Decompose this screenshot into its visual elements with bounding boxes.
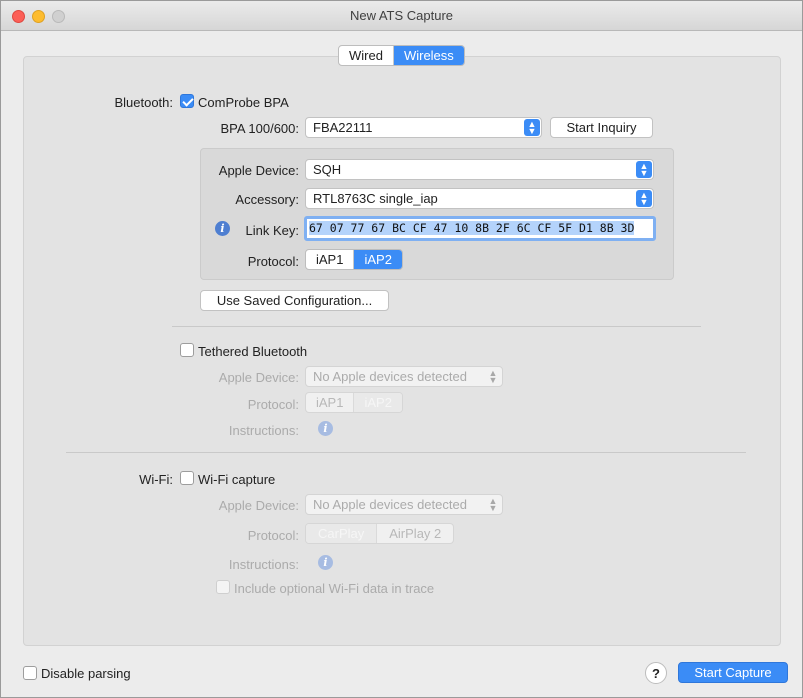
chevron-updown-icon: ▲ ▼ xyxy=(636,161,652,178)
content-panel xyxy=(23,56,781,646)
accessory-value: RTL8763C single_iap xyxy=(313,191,438,206)
wifi-airplay2-option[interactable]: AirPlay 2 xyxy=(376,524,453,543)
link-key-label: Link Key: xyxy=(245,223,299,238)
separator xyxy=(66,452,746,453)
bpa-value: FBA22111 xyxy=(313,120,373,135)
apple-device-value: SQH xyxy=(313,162,342,177)
link-key-value: 67 07 77 67 BC CF 47 10 8B 2F 6C CF 5F D… xyxy=(309,221,635,235)
apple-device-label: Apple Device: xyxy=(218,163,299,178)
chevron-updown-icon: ▲ ▼ xyxy=(488,495,498,513)
wifi-apple-device-popup[interactable]: No Apple devices detected ▲ ▼ xyxy=(305,494,503,515)
disable-parsing-checkbox[interactable] xyxy=(23,666,37,680)
tethered-iap2-option[interactable]: iAP2 xyxy=(353,393,402,412)
chevron-updown-icon: ▲ ▼ xyxy=(488,367,498,385)
wifi-protocol-segmented: CarPlay AirPlay 2 xyxy=(305,523,455,544)
bpa-label: BPA 100/600: xyxy=(220,121,299,136)
accessory-popup[interactable]: RTL8763C single_iap ▲ ▼ xyxy=(305,188,654,209)
comprobe-bpa-checkbox[interactable] xyxy=(180,94,194,108)
wifi-carplay-option[interactable]: CarPlay xyxy=(306,524,377,543)
window-title: New ATS Capture xyxy=(349,8,454,23)
wifi-section-label: Wi-Fi: xyxy=(139,472,173,487)
capture-window: New ATS Capture Wired Wireless Bluetooth… xyxy=(0,0,803,698)
comprobe-bpa-label: ComProbe BPA xyxy=(198,95,289,110)
protocol-label: Protocol: xyxy=(247,254,299,269)
accessory-label: Accessory: xyxy=(235,192,299,207)
bpa-popup[interactable]: FBA22111 ▲ ▼ xyxy=(305,117,542,138)
tethered-protocol-label: Protocol: xyxy=(247,397,299,412)
link-key-field[interactable]: 67 07 77 67 BC CF 47 10 8B 2F 6C CF 5F D… xyxy=(304,216,656,241)
mode-tabs: Wired Wireless xyxy=(338,45,465,66)
tab-wired[interactable]: Wired xyxy=(339,46,393,65)
disable-parsing-label: Disable parsing xyxy=(41,666,131,681)
info-icon[interactable]: i xyxy=(215,221,230,236)
tethered-apple-device-label: Apple Device: xyxy=(218,370,299,385)
wifi-capture-label: Wi-Fi capture xyxy=(198,472,276,487)
start-inquiry-button[interactable]: Start Inquiry xyxy=(550,117,653,138)
chevron-updown-icon: ▲ ▼ xyxy=(524,119,540,136)
wifi-capture-checkbox[interactable] xyxy=(180,471,194,485)
tethered-bluetooth-label: Tethered Bluetooth xyxy=(198,344,308,359)
tethered-instructions-label: Instructions: xyxy=(228,423,299,438)
bluetooth-section-label: Bluetooth: xyxy=(114,95,173,110)
tethered-apple-device-popup[interactable]: No Apple devices detected ▲ ▼ xyxy=(305,366,503,387)
use-saved-configuration-button[interactable]: Use Saved Configuration... xyxy=(200,290,389,311)
title-bar: New ATS Capture xyxy=(1,1,802,31)
info-icon[interactable]: i xyxy=(318,555,333,570)
wifi-instructions-label: Instructions: xyxy=(228,557,299,572)
tethered-iap1-option[interactable]: iAP1 xyxy=(306,393,353,412)
tethered-bluetooth-checkbox[interactable] xyxy=(180,343,194,357)
chevron-updown-icon: ▲ ▼ xyxy=(636,190,652,207)
wifi-apple-device-label: Apple Device: xyxy=(218,498,299,513)
separator xyxy=(172,326,701,327)
tethered-protocol-segmented: iAP1 iAP2 xyxy=(305,392,403,413)
help-icon[interactable]: ? xyxy=(645,662,667,684)
wifi-apple-device-value: No Apple devices detected xyxy=(313,497,467,512)
start-capture-button[interactable]: Start Capture xyxy=(678,662,788,683)
bluetooth-protocol-segmented: iAP1 iAP2 xyxy=(305,249,403,270)
tethered-apple-device-value: No Apple devices detected xyxy=(313,369,467,384)
apple-device-popup[interactable]: SQH ▲ ▼ xyxy=(305,159,654,180)
info-icon[interactable]: i xyxy=(318,421,333,436)
include-optional-wifi-checkbox[interactable] xyxy=(216,580,230,594)
protocol-iap1-option[interactable]: iAP1 xyxy=(306,250,353,269)
tab-wireless[interactable]: Wireless xyxy=(392,46,464,65)
wifi-protocol-label: Protocol: xyxy=(247,528,299,543)
protocol-iap2-option[interactable]: iAP2 xyxy=(353,250,402,269)
include-optional-wifi-label: Include optional Wi-Fi data in trace xyxy=(234,581,435,596)
